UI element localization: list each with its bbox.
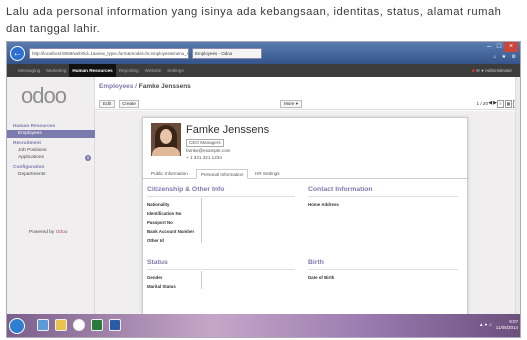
browser-tab[interactable]: Employees - Odoo (192, 48, 262, 59)
powered-prefix: Powered by (29, 230, 55, 235)
word-icon[interactable] (109, 319, 121, 331)
citizenship-group-title: Citizenship & Other Info (147, 186, 225, 193)
form-background: Famke Jenssens CEO Managers famke@exampl… (95, 111, 520, 317)
sidebar-section-title: Human Resources (13, 124, 56, 129)
field-separator (201, 198, 202, 243)
field-separator (201, 271, 202, 289)
tab-public-information[interactable]: Public Information (147, 169, 192, 179)
field-label-home-address: Home Address (308, 202, 339, 207)
menu-item-messaging[interactable]: Messaging (15, 64, 43, 77)
minimize-icon[interactable]: – (484, 42, 494, 52)
menu-item-settings[interactable]: Settings (164, 64, 187, 77)
breadcrumb-parent[interactable]: Employees (99, 83, 133, 90)
start-button-icon[interactable] (9, 318, 25, 334)
powered-brand-link[interactable]: Odoo (56, 230, 68, 235)
article-caption: Lalu ada personal information yang isiny… (6, 6, 502, 35)
browser-chrome: ← http://localhost:8069/web#id=1&view_ty… (7, 42, 520, 64)
chrome-icon[interactable] (73, 319, 85, 331)
sidebar-section-title: Recruitment (13, 140, 41, 146)
breadcrumb-current: Famke Jenssens (138, 83, 191, 90)
address-bar[interactable]: http://localhost:8069/web#id=1&view_type… (29, 48, 189, 59)
avatar[interactable]: ● (481, 68, 484, 73)
top-menu: Messaging Marketing Human Resources Repo… (15, 64, 187, 77)
sidebar-nav: Human Resources Employees Recruitment Jo… (7, 121, 95, 178)
clock-date: 11/05/2014 (495, 325, 518, 330)
field-label-gender: Gender (147, 275, 163, 280)
explorer-icon[interactable] (37, 319, 49, 331)
maximize-icon[interactable]: □ (494, 42, 504, 52)
back-arrow-icon[interactable]: ← (10, 46, 25, 61)
sidebar-item-label: Applications (18, 155, 44, 160)
employee-name: Famke Jenssens (186, 124, 270, 136)
field-label-passport-no: Passport No (147, 220, 173, 225)
count-badge: 5 (85, 155, 91, 161)
tab-hr-settings[interactable]: HR Settings (251, 169, 284, 179)
employee-photo[interactable] (151, 123, 181, 156)
breadcrumb: Employees / Famke Jenssens (99, 83, 191, 90)
sidebar: odoo Human Resources Employees Recruitme… (7, 77, 95, 314)
edit-button[interactable]: Edit (99, 100, 115, 108)
odoo-logo[interactable]: odoo (21, 83, 67, 109)
system-tray[interactable]: ▲ ● ♫ (479, 322, 492, 327)
group-divider (308, 269, 458, 270)
notification-icon[interactable]: ■ (472, 68, 475, 73)
kanban-view-icon[interactable]: ▦ (505, 100, 512, 108)
browser-toolbar-icons[interactable]: ⌂ ★ ⚙ (493, 54, 518, 60)
folder-icon[interactable] (55, 319, 67, 331)
more-dropdown[interactable]: More ▾ (280, 100, 302, 108)
control-panel: Edit Create More ▾ 1 / 20 ◀▶ ≡ ▦ ▤ (95, 97, 520, 110)
menu-item-human-resources[interactable]: Human Resources (69, 64, 116, 77)
excel-icon[interactable] (91, 319, 103, 331)
employee-form-sheet: Famke Jenssens CEO Managers famke@exampl… (142, 117, 469, 317)
field-label-other-id: Other Id (147, 238, 164, 243)
vertical-scrollbar[interactable] (515, 77, 520, 314)
sidebar-item-job-positions[interactable]: Job Positions (7, 147, 95, 155)
list-view-icon[interactable]: ≡ (497, 100, 504, 108)
clock[interactable]: 9:07 11/05/2014 (496, 319, 518, 331)
field-label-bank-account: Bank Account Number (147, 229, 195, 234)
status-group-title: Status (147, 259, 168, 266)
group-divider (147, 196, 295, 197)
field-label-marital-status: Marital Status (147, 284, 176, 289)
sidebar-section-title: Configuration (13, 164, 45, 170)
field-label-identification-no: Identification No (147, 211, 182, 216)
menu-item-marketing[interactable]: Marketing (43, 64, 69, 77)
employee-email[interactable]: famke@example.com (186, 148, 231, 153)
create-button[interactable]: Create (119, 100, 139, 108)
odoo-topbar: Messaging Marketing Human Resources Repo… (7, 64, 520, 77)
field-label-nationality: Nationality (147, 202, 170, 207)
employee-job-tag: CEO Managers (186, 139, 224, 147)
chat-icon[interactable]: ✉ (476, 68, 480, 73)
contact-group-title: Contact Information (308, 186, 373, 193)
form-tabs: Public Information Personal Information … (143, 169, 469, 179)
tab-personal-information[interactable]: Personal Information (196, 169, 249, 179)
employee-phone: + 1 321 321 1234 (186, 155, 222, 160)
powered-by: Powered by Odoo (29, 230, 67, 235)
window-controls: – □ × (484, 42, 518, 54)
sidebar-item-employees[interactable]: Employees (7, 130, 95, 138)
sidebar-item-departments[interactable]: Departments (7, 171, 95, 179)
menu-item-reporting[interactable]: Reporting (116, 64, 142, 77)
user-area[interactable]: ■ ✉ ● Administrator (472, 64, 512, 77)
birth-group-title: Birth (308, 259, 324, 266)
pager-value: 1 / 20 (476, 101, 489, 106)
field-label-date-of-birth: Date of Birth (308, 275, 335, 280)
close-icon[interactable]: × (504, 42, 518, 52)
group-divider (147, 269, 295, 270)
windows-taskbar: ▲ ● ♫ 9:07 11/05/2014 (7, 314, 520, 337)
sidebar-item-applications[interactable]: Applications 5 (7, 154, 95, 162)
main-content: Employees / Famke Jenssens Edit Create M… (95, 77, 520, 317)
group-divider (308, 196, 458, 197)
user-name[interactable]: Administrator (485, 68, 512, 73)
menu-item-website[interactable]: Website (142, 64, 165, 77)
screenshot-frame: ← http://localhost:8069/web#id=1&view_ty… (6, 41, 521, 338)
